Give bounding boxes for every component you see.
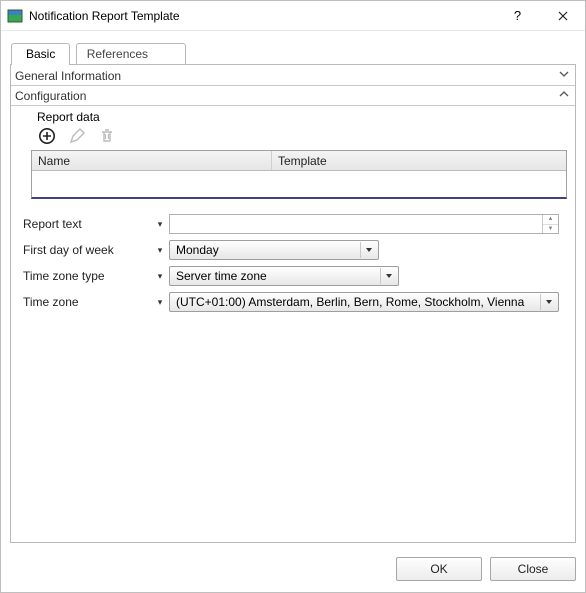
delete-icon xyxy=(97,126,117,146)
spinner-icon[interactable]: ▲▼ xyxy=(542,215,558,233)
section-config-title: Configuration xyxy=(15,89,86,103)
dialog-footer: OK Close xyxy=(396,557,576,581)
report-data-label: Report data xyxy=(37,110,567,124)
dropdown-arrow-icon xyxy=(380,268,396,284)
tz-type-value: Server time zone xyxy=(176,269,376,283)
tab-basic[interactable]: Basic xyxy=(11,43,70,65)
tz-combo[interactable]: (UTC+01:00) Amsterdam, Berlin, Bern, Rom… xyxy=(169,292,559,312)
close-window-button[interactable] xyxy=(540,1,585,30)
section-general-title: General Information xyxy=(15,69,121,83)
help-button[interactable]: ? xyxy=(495,1,540,30)
add-icon[interactable] xyxy=(37,126,57,146)
tz-value: (UTC+01:00) Amsterdam, Berlin, Bern, Rom… xyxy=(176,295,536,309)
caret-icon[interactable]: ▾ xyxy=(151,271,169,282)
title-bar: Notification Report Template ? xyxy=(1,1,585,31)
section-general-header[interactable]: General Information xyxy=(11,66,575,86)
app-icon xyxy=(7,8,23,24)
label-tz-type: Time zone type xyxy=(21,269,151,283)
report-data-grid[interactable]: Name Template xyxy=(31,150,567,199)
first-day-value: Monday xyxy=(176,243,356,257)
tab-content: General Information Configuration Report… xyxy=(10,64,576,543)
report-data-toolbar xyxy=(37,126,567,146)
grid-column-template[interactable]: Template xyxy=(272,151,566,170)
row-tz: Time zone ▾ (UTC+01:00) Amsterdam, Berli… xyxy=(21,289,567,315)
caret-icon[interactable]: ▾ xyxy=(151,297,169,308)
edit-icon xyxy=(67,126,87,146)
section-config-body: Report data Name Template Report text ▾ xyxy=(11,106,575,321)
chevron-up-icon xyxy=(559,89,569,102)
first-day-combo[interactable]: Monday xyxy=(169,240,379,260)
chevron-down-icon xyxy=(559,69,569,82)
window-title: Notification Report Template xyxy=(29,9,495,23)
tab-references[interactable]: References xyxy=(76,43,186,65)
label-report-text: Report text xyxy=(21,217,151,231)
grid-column-name[interactable]: Name xyxy=(32,151,272,170)
tz-type-combo[interactable]: Server time zone xyxy=(169,266,399,286)
close-button[interactable]: Close xyxy=(490,557,576,581)
dropdown-arrow-icon xyxy=(360,242,376,258)
dropdown-arrow-icon xyxy=(540,294,556,310)
row-report-text: Report text ▾ ▲▼ xyxy=(21,211,567,237)
grid-header: Name Template xyxy=(32,151,566,171)
window-controls: ? xyxy=(495,1,585,30)
caret-icon[interactable]: ▾ xyxy=(151,245,169,256)
row-tz-type: Time zone type ▾ Server time zone xyxy=(21,263,567,289)
label-first-day: First day of week xyxy=(21,243,151,257)
grid-body-empty[interactable] xyxy=(32,171,566,197)
config-form: Report text ▾ ▲▼ First day of week ▾ Mon… xyxy=(21,211,567,315)
caret-icon[interactable]: ▾ xyxy=(151,219,169,230)
report-text-field[interactable] xyxy=(170,215,542,233)
label-tz: Time zone xyxy=(21,295,151,309)
tab-strip: Basic References xyxy=(11,43,575,65)
report-text-input[interactable]: ▲▼ xyxy=(169,214,559,234)
row-first-day: First day of week ▾ Monday xyxy=(21,237,567,263)
ok-button[interactable]: OK xyxy=(396,557,482,581)
section-config-header[interactable]: Configuration xyxy=(11,86,575,106)
